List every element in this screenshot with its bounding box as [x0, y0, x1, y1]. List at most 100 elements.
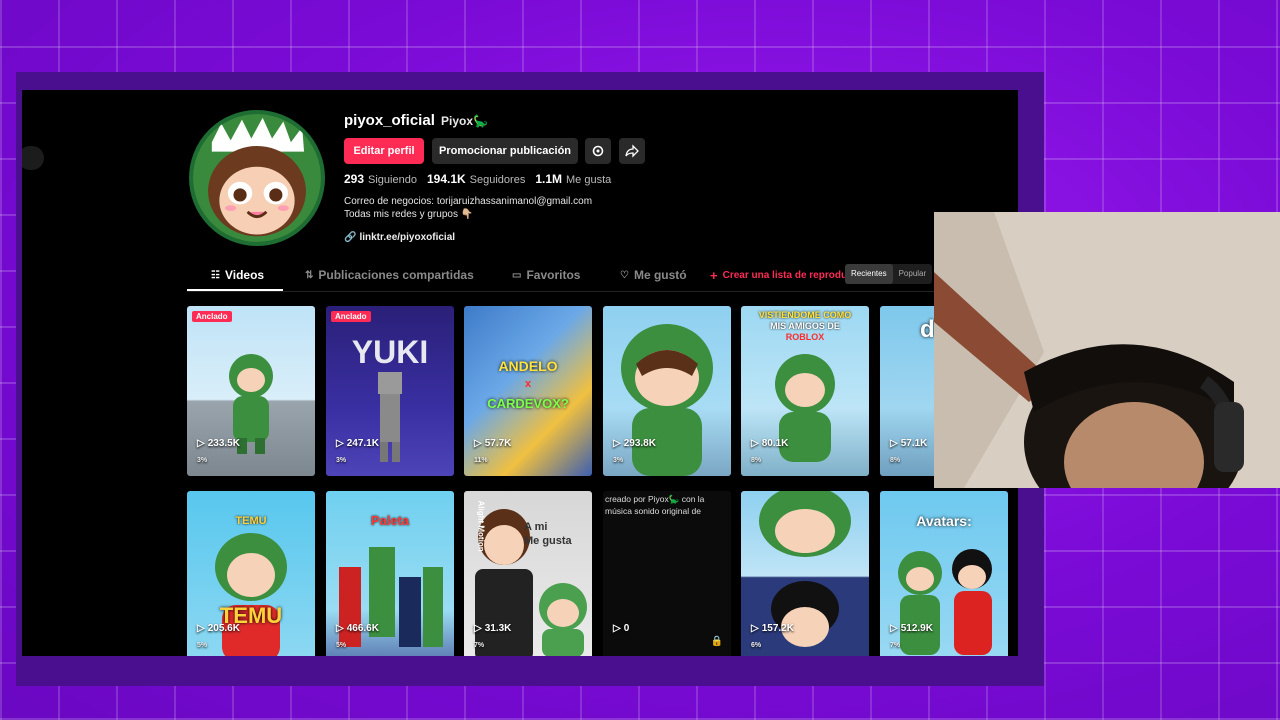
broken-image-alt-text: creado por Piyox🦕 con la música sonido o… — [605, 494, 705, 516]
video-card[interactable]: VISTIENDOME COMO MIS AMIGOS DE ROBLOX ▷ 8… — [741, 306, 869, 476]
tab-label: Favoritos — [526, 268, 581, 282]
view-count-value: 80.1K — [761, 438, 789, 449]
repost-icon: ⇅ — [305, 269, 314, 281]
view-count: ▷ 80.1K — [751, 438, 788, 449]
sort-recent-button[interactable]: Recientes — [845, 264, 893, 284]
completion-percent: 5% — [197, 642, 208, 649]
profile-stats: 293 Siguiendo 194.1K Seguidores 1.1M Me gus… — [344, 172, 611, 186]
view-count: ▷ 247.1K — [336, 438, 379, 449]
video-card[interactable]: ▷ 157.2K 6% — [741, 491, 869, 656]
completion-percent: 8% — [751, 457, 762, 464]
video-card[interactable]: ANDELO x CARDEVOX? ▷ 57.7K 11% — [464, 306, 592, 476]
sort-toggle: Recientes Popular — [845, 264, 933, 284]
thumbnail-title: TEMU — [235, 515, 267, 527]
thumbnail-title: MIS AMIGOS DE — [770, 321, 840, 331]
thumbnail-title: ROBLOX — [785, 332, 825, 342]
video-card[interactable]: YUKI Anclado ▷ 247.1K 3% — [326, 306, 454, 476]
completion-percent: 11% — [474, 457, 488, 464]
thumbnail-title: Avatars: — [916, 513, 972, 529]
grid-icon: ☷ — [211, 269, 220, 281]
play-icon: ▷ — [751, 438, 759, 449]
video-card[interactable]: Anclado ▷ 233.5K 3% — [187, 306, 315, 476]
view-count-value: 57.1K — [900, 438, 928, 449]
thumbnail-title: YUKI — [351, 334, 429, 370]
video-thumbnail — [464, 306, 592, 476]
view-count-value: 512.9K — [900, 623, 933, 634]
tab-liked[interactable]: ♡ Me gustó — [620, 268, 687, 282]
followers-label: Seguidores — [469, 174, 526, 186]
tab-label: Videos — [224, 268, 265, 282]
play-icon: ▷ — [613, 623, 621, 634]
gear-icon — [592, 145, 604, 157]
play-icon: ▷ — [474, 438, 482, 449]
sort-popular-button[interactable]: Popular — [893, 264, 933, 284]
profile-bio: Correo de negocios: torijaruizhassaniman… — [344, 195, 592, 221]
profile-username: piyox_oficial — [344, 112, 435, 129]
video-card[interactable]: ▷ 293.8K 3% — [603, 306, 731, 476]
video-card[interactable]: creado por Piyox🦕 con la música sonido o… — [603, 491, 731, 656]
view-count-value: 466.6K — [346, 623, 379, 634]
completion-percent: 8% — [890, 457, 901, 464]
link-icon: 🔗 — [344, 232, 357, 243]
followers-count: 194.1K — [426, 172, 466, 186]
view-count-value: 0 — [623, 623, 630, 634]
pinned-badge: Anclado — [331, 311, 371, 322]
bio-line: Todas mis redes y grupos 👇🏼 — [344, 209, 474, 220]
play-icon: ▷ — [336, 623, 344, 634]
tab-reposts[interactable]: ⇅ Publicaciones compartidas — [305, 268, 474, 282]
dino-character — [539, 583, 587, 656]
play-icon: ▷ — [890, 438, 898, 449]
likes-stat: 1.1M Me gusta — [535, 172, 611, 186]
dark-hair-character — [771, 581, 839, 647]
profile-link-text: linktr.ee/piyoxoficial — [359, 232, 456, 243]
plus-icon: + — [710, 268, 718, 283]
video-card[interactable]: Avatars: ▷ 512.9K 7% — [880, 491, 1008, 656]
play-icon: ▷ — [197, 438, 205, 449]
profile-link[interactable]: 🔗 linktr.ee/piyoxoficial — [344, 232, 455, 243]
video-card[interactable]: TEMU TEMU ▷ 205.6K 5% — [187, 491, 315, 656]
followers-stat[interactable]: 194.1K Seguidores — [427, 172, 525, 186]
tab-videos[interactable]: ☷ Videos — [211, 268, 264, 282]
view-count: ▷ 57.1K — [890, 438, 927, 449]
view-count: ▷ 31.3K — [474, 623, 511, 634]
dino-character — [215, 533, 287, 656]
tab-label: Publicaciones compartidas — [318, 268, 474, 282]
tab-favorites[interactable]: ▭ Favoritos — [512, 268, 580, 282]
completion-percent: 6% — [751, 642, 762, 649]
thumbnail-title: ANDELO — [498, 358, 558, 374]
view-count-value: 233.5K — [207, 438, 240, 449]
completion-percent: 3% — [613, 457, 624, 464]
video-card[interactable]: A mi Me gusta Alight Motion ▷ 31.3K 7% — [464, 491, 592, 656]
share-profile-button[interactable] — [619, 138, 645, 164]
thumbnail-title: VISTIENDOME COMO — [758, 310, 852, 320]
edit-profile-button[interactable]: Editar perfil — [344, 138, 424, 164]
view-count: ▷ 512.9K — [890, 623, 933, 634]
likes-label: Me gusta — [566, 174, 612, 186]
video-card[interactable]: Paleta ▷ 466.6K 5% — [326, 491, 454, 656]
sidebar-collapse-handle[interactable] — [22, 146, 44, 170]
promote-post-button[interactable]: Promocionar publicación — [432, 138, 578, 164]
tab-label: Me gustó — [633, 268, 687, 282]
share-icon — [625, 144, 639, 158]
characters-group — [339, 547, 443, 647]
dino-character — [775, 354, 835, 462]
view-count-value: 293.8K — [623, 438, 656, 449]
play-icon: ▷ — [474, 623, 482, 634]
watermark-text: Alight Motion — [476, 500, 486, 552]
following-stat[interactable]: 293 Siguiendo — [344, 172, 417, 186]
view-count-value: 31.3K — [484, 623, 512, 634]
dino-character — [621, 324, 713, 476]
view-count: ▷ 57.7K — [474, 438, 511, 449]
view-count: ▷ 466.6K — [336, 623, 379, 634]
play-icon: ▷ — [751, 623, 759, 634]
thumbnail-title: Me gusta — [524, 535, 572, 547]
webcam-feed — [934, 212, 1280, 488]
view-count-value: 157.2K — [761, 623, 794, 634]
profile-avatar[interactable] — [189, 110, 325, 246]
completion-percent: 5% — [336, 642, 347, 649]
view-count: ▷ 157.2K — [751, 623, 794, 634]
thumbnail-title: Paleta — [370, 513, 410, 528]
view-count-value: 57.7K — [484, 438, 512, 449]
heart-icon: ♡ — [620, 269, 629, 281]
settings-button[interactable] — [585, 138, 611, 164]
